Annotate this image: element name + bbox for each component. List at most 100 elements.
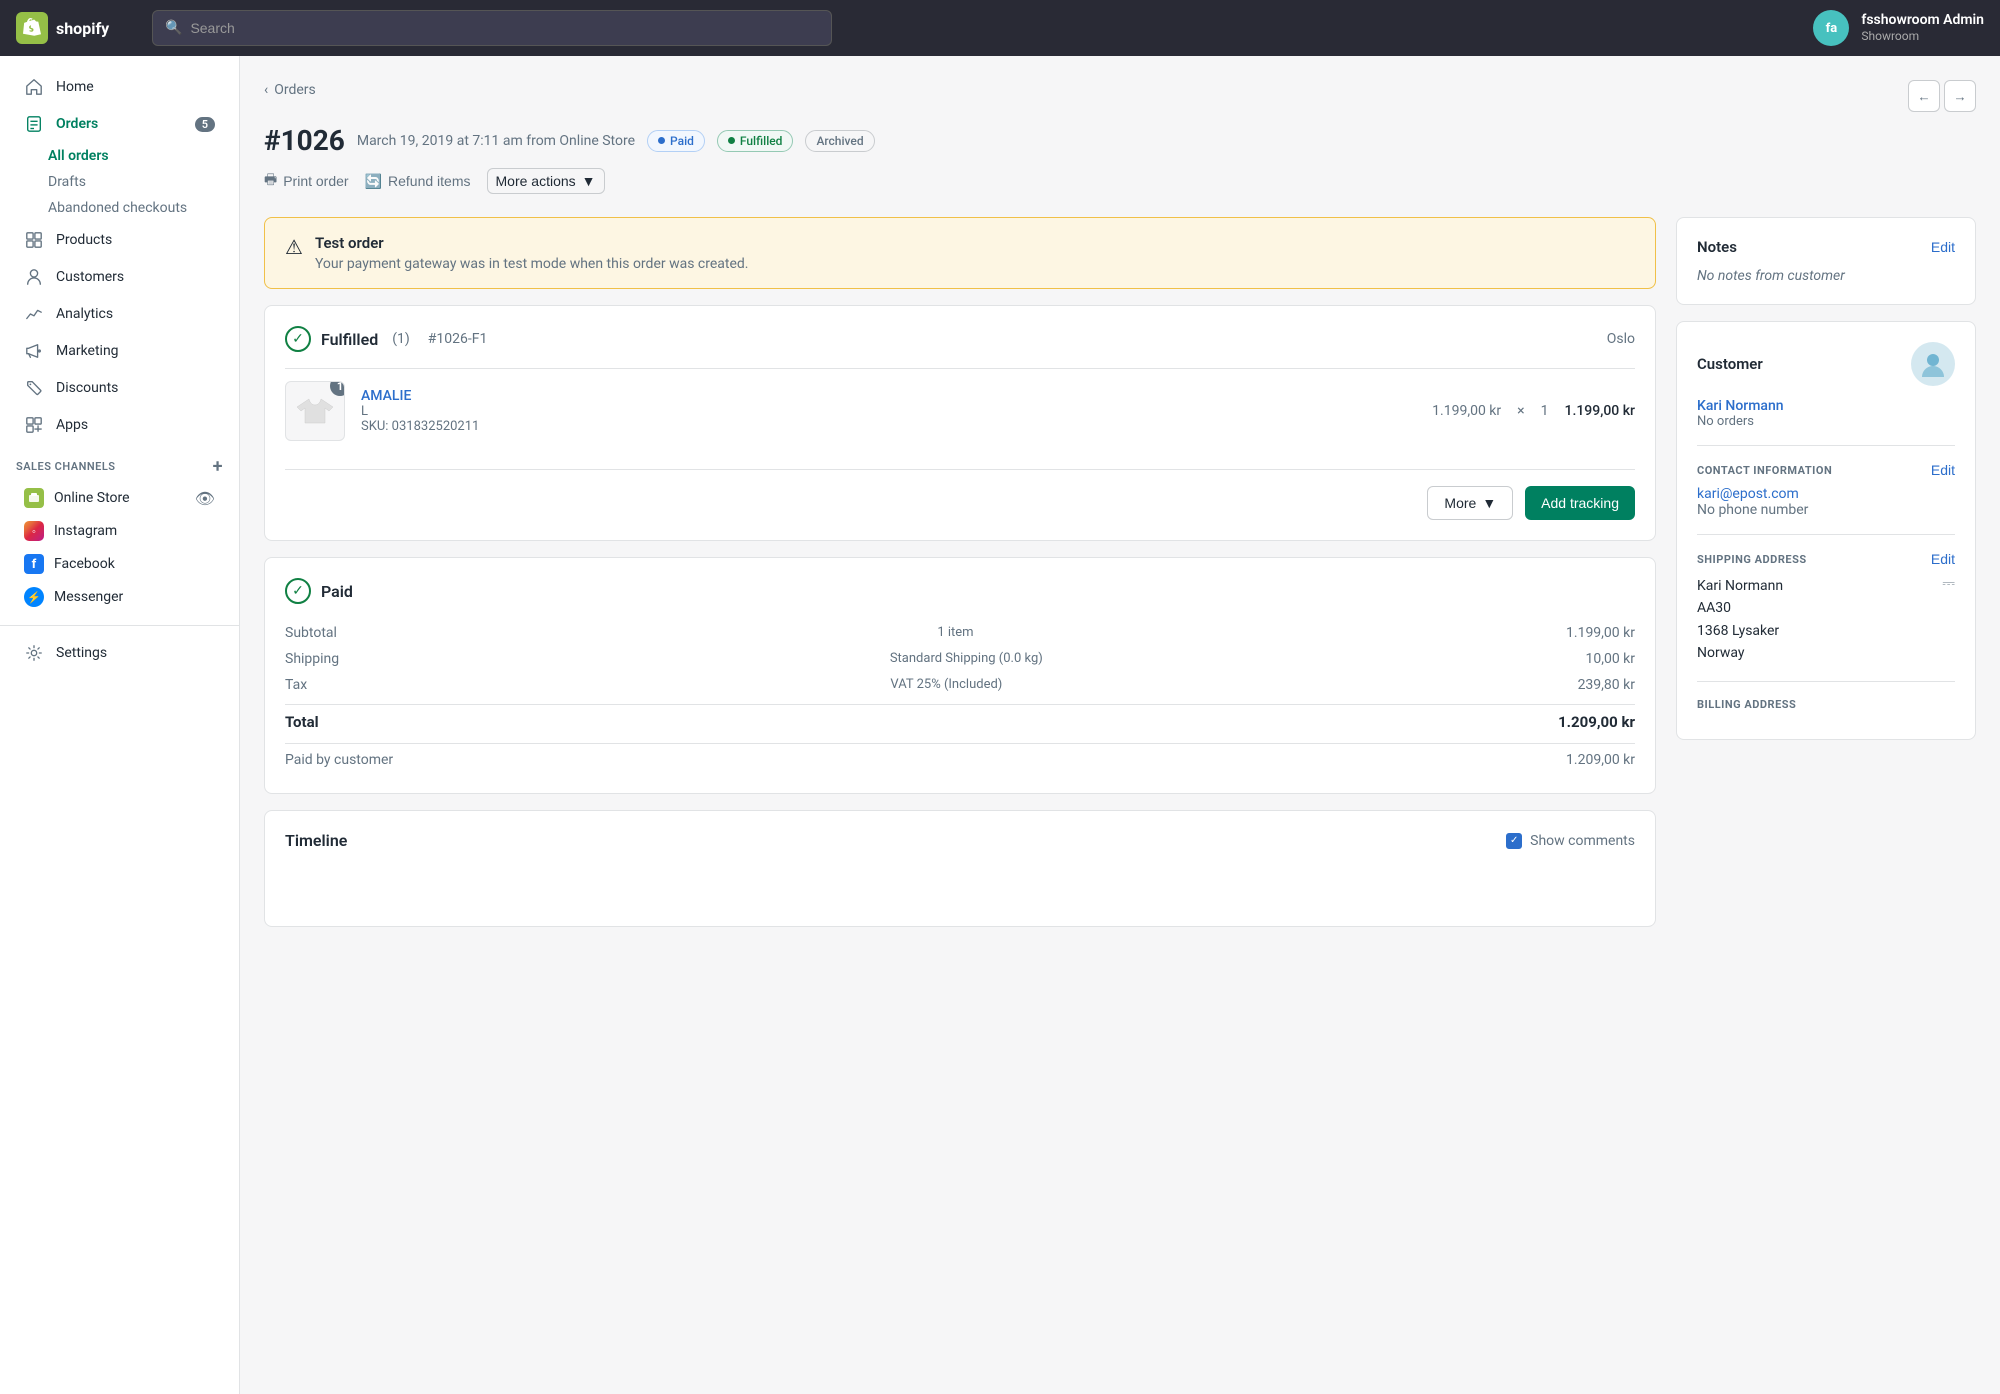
customer-avatar-icon (1918, 349, 1948, 379)
add-tracking-button[interactable]: Add tracking (1525, 486, 1635, 520)
subtotal-row: Subtotal 1 item 1.199,00 kr (285, 620, 1635, 646)
customer-name-link[interactable]: Kari Normann (1697, 398, 1784, 414)
timeline-header: Timeline ✓ Show comments (285, 831, 1635, 850)
customer-header: Customer (1697, 342, 1955, 386)
product-qty: 1 (1541, 403, 1549, 419)
shipping-name: Kari Normann (1697, 578, 1783, 594)
fulfilled-title: Fulfilled (321, 330, 378, 349)
refund-items-button[interactable]: 🔄 Refund items (365, 169, 471, 194)
subtotal-items: 1 item (937, 625, 973, 641)
customer-orders-text: No orders (1697, 414, 1955, 429)
product-name-link[interactable]: AMALIE (361, 388, 411, 404)
paid-by-label: Paid by customer (285, 752, 393, 768)
sidebar-item-settings[interactable]: Settings (8, 635, 231, 671)
facebook-label: Facebook (54, 556, 115, 572)
product-sku: SKU: 031832520211 (361, 419, 1416, 434)
product-qty-multiplier: × (1517, 403, 1524, 419)
fulfilled-badge-dot (728, 137, 735, 144)
subtotal-label: Subtotal (285, 625, 337, 641)
show-comments-checkbox[interactable]: ✓ (1506, 833, 1522, 849)
sidebar-item-online-store[interactable]: Online Store 👁 (8, 482, 231, 514)
fulfilled-badge: Fulfilled (717, 130, 794, 152)
sidebar-item-home[interactable]: Home (8, 69, 231, 105)
warning-banner: ⚠ Test order Your payment gateway was in… (264, 217, 1656, 289)
sidebar-subitem-abandoned[interactable]: Abandoned checkouts (48, 195, 239, 221)
add-sales-channel-btn[interactable]: + (213, 456, 223, 477)
more-button[interactable]: More ▼ (1427, 486, 1513, 520)
sidebar-item-analytics[interactable]: Analytics (8, 296, 231, 332)
nav-prev-button[interactable]: ← (1908, 80, 1940, 112)
total-row: Total 1.209,00 kr (285, 704, 1635, 739)
back-arrow-icon: ‹ (264, 82, 268, 98)
print-order-button[interactable]: 🖶 Print order (264, 165, 349, 197)
online-store-eye-icon[interactable]: 👁 (195, 489, 215, 508)
shipping-label: SHIPPING ADDRESS Edit (1697, 551, 1955, 567)
warning-text-block: Test order Your payment gateway was in t… (315, 234, 749, 272)
copy-address-button[interactable]: ⎓ (1942, 575, 1955, 593)
product-thumbnail (295, 391, 335, 431)
sidebar-item-apps[interactable]: Apps (8, 407, 231, 443)
archived-badge: Archived (805, 130, 874, 152)
shipping-edit-button[interactable]: Edit (1931, 551, 1955, 567)
search-icon: 🔍 (165, 20, 182, 36)
product-row: 1 AMALIE L SKU: 031832520211 1 (285, 368, 1635, 453)
contact-section: CONTACT INFORMATION Edit kari@epost.com … (1697, 445, 1955, 518)
instagram-label: Instagram (54, 523, 117, 539)
shopify-logo[interactable]: shopify (16, 12, 136, 44)
payment-title: Paid (321, 582, 353, 601)
subtotal-value: 1.199,00 kr (1566, 625, 1635, 641)
shipping-sublabel: Standard Shipping (0.0 kg) (890, 651, 1043, 667)
fulfilled-card-actions: More ▼ Add tracking (285, 469, 1635, 520)
sidebar-marketing-label: Marketing (56, 343, 119, 359)
sidebar-home-label: Home (56, 79, 94, 95)
warning-body: Your payment gateway was in test mode wh… (315, 256, 749, 272)
breadcrumb-row: ‹ Orders ← → (264, 80, 1976, 112)
timeline-card: Timeline ✓ Show comments (264, 810, 1656, 927)
sidebar-item-orders[interactable]: Orders 5 (8, 106, 231, 142)
nav-arrows: ← → (1908, 80, 1976, 112)
sidebar-analytics-label: Analytics (56, 306, 113, 322)
paid-badge-dot (658, 137, 665, 144)
breadcrumb-orders-link[interactable]: Orders (274, 82, 316, 98)
sidebar-item-instagram[interactable]: ◦ Instagram (8, 515, 231, 547)
sidebar-item-messenger[interactable]: ⚡ Messenger (8, 581, 231, 613)
sidebar-apps-label: Apps (56, 417, 88, 433)
user-avatar[interactable]: fa (1813, 10, 1849, 46)
shipping-row: Shipping Standard Shipping (0.0 kg) 10,0… (285, 646, 1635, 672)
main-content: ‹ Orders ← → #1026 March 19, 2019 at 7:1… (240, 56, 2000, 1394)
warning-title: Test order (315, 234, 749, 252)
product-line-total: 1.199,00 kr (1565, 403, 1636, 419)
search-bar[interactable]: 🔍 (152, 10, 832, 46)
analytics-icon (24, 304, 44, 324)
shipping-value: 10,00 kr (1585, 651, 1635, 667)
home-icon (24, 77, 44, 97)
order-number: #1026 (264, 124, 345, 157)
show-comments-toggle[interactable]: ✓ Show comments (1506, 833, 1635, 849)
payment-header: ✓ Paid (285, 578, 1635, 604)
contact-edit-button[interactable]: Edit (1931, 462, 1955, 478)
search-input[interactable] (190, 20, 819, 36)
timeline-content (285, 866, 1635, 906)
products-icon (24, 230, 44, 250)
sidebar-item-discounts[interactable]: Discounts (8, 370, 231, 406)
payment-card: ✓ Paid Subtotal 1 item 1.199,00 kr Shipp… (264, 557, 1656, 794)
more-actions-label: More actions (496, 173, 576, 189)
total-value: 1.209,00 kr (1558, 713, 1635, 731)
breadcrumb: ‹ Orders (264, 82, 316, 98)
sidebar-item-marketing[interactable]: Marketing (8, 333, 231, 369)
sidebar-subitem-all-orders[interactable]: All orders (48, 143, 239, 169)
nav-next-button[interactable]: → (1944, 80, 1976, 112)
sidebar-item-facebook[interactable]: f Facebook (8, 548, 231, 580)
sidebar-subitem-drafts[interactable]: Drafts (48, 169, 239, 195)
sidebar-item-products[interactable]: Products (8, 222, 231, 258)
tax-row: Tax VAT 25% (Included) 239,80 kr (285, 672, 1635, 698)
shipping-country: Norway (1697, 645, 1745, 661)
sidebar-item-customers[interactable]: Customers (8, 259, 231, 295)
notes-edit-button[interactable]: Edit (1931, 239, 1955, 255)
fulfilled-check-icon: ✓ (285, 326, 311, 352)
more-actions-button[interactable]: More actions ▼ (487, 168, 605, 194)
discounts-icon (24, 378, 44, 398)
shipping-address-section: SHIPPING ADDRESS Edit ⎓ Kari Normann AA3… (1697, 534, 1955, 665)
fulfillment-location: Oslo (1607, 331, 1635, 347)
more-btn-label: More (1444, 495, 1476, 511)
